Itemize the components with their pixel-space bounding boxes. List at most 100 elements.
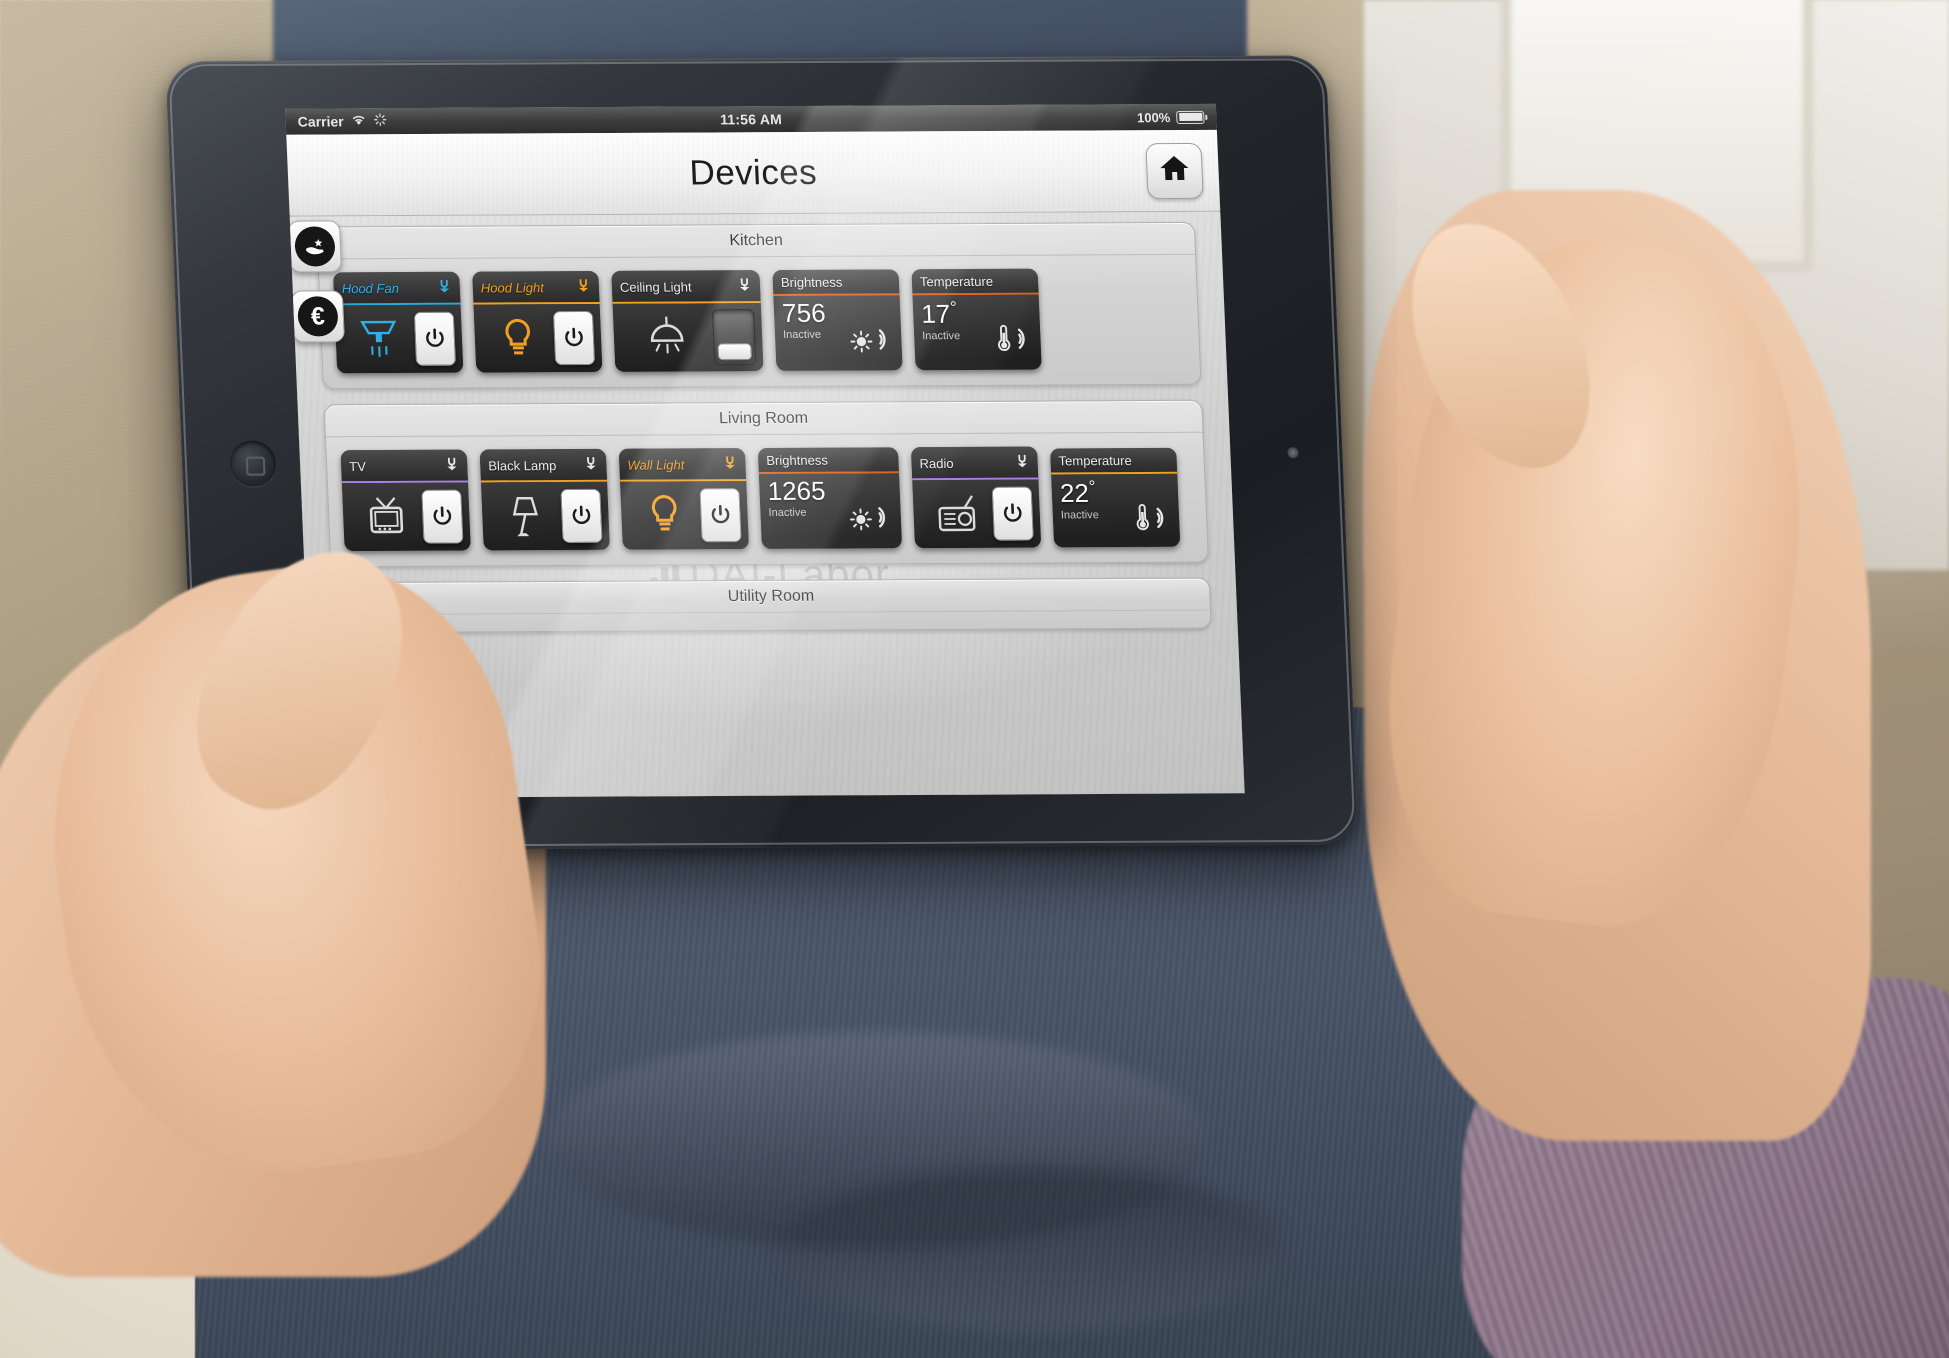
plug-icon[interactable] [582, 454, 600, 476]
device-tile-tv[interactable]: TV [340, 449, 471, 552]
device-title: Brightness [780, 274, 843, 291]
slider-handle[interactable] [717, 343, 753, 361]
status-bar-right: 100% [1136, 109, 1205, 125]
home-icon [1158, 153, 1191, 188]
table-lamp-icon [488, 492, 562, 540]
device-title: Hood Light [480, 279, 545, 296]
plug-icon[interactable] [574, 276, 592, 298]
tile-body: 17° Inactive [912, 294, 1042, 364]
light-bulb-icon [628, 491, 702, 539]
device-tile-ceiling-light[interactable]: Ceiling Light [611, 270, 764, 372]
sensor-number: 17 [920, 298, 951, 329]
tile-header: Temperature [911, 268, 1039, 296]
power-icon [711, 504, 730, 524]
plug-icon[interactable] [443, 455, 461, 477]
tile-body: 1265 Inactive [758, 473, 902, 542]
power-button[interactable] [552, 310, 596, 366]
device-title: Wall Light [627, 456, 685, 473]
plug-icon[interactable] [1013, 452, 1031, 474]
device-title: Temperature [919, 273, 994, 290]
device-tile-black-lamp[interactable]: Black Lamp [479, 448, 610, 551]
room-device-list [333, 611, 1210, 633]
light-bulb-icon [481, 315, 555, 361]
tile-body: 22° Inactive [1051, 473, 1181, 543]
television-icon [349, 494, 423, 540]
power-icon [572, 505, 591, 525]
sensor-tile-brightness[interactable]: Brightness 756 Inactive [772, 269, 903, 371]
tile-header: Hood Fan [333, 271, 461, 306]
tile-header: TV [340, 449, 468, 484]
tile-body [620, 481, 750, 550]
tile-body [341, 482, 471, 552]
side-toolbar: € [287, 220, 345, 343]
sensor-value: 756 [781, 297, 827, 328]
room-title: Kitchen [317, 222, 1196, 260]
device-tile-radio[interactable]: Radio [910, 446, 1042, 549]
sensor-icon-group [849, 326, 896, 357]
front-camera [1287, 447, 1299, 459]
power-button[interactable] [991, 486, 1034, 541]
plug-icon[interactable] [721, 453, 739, 475]
device-title: Brightness [766, 452, 829, 468]
side-button-services[interactable] [287, 220, 343, 273]
sun-icon [848, 506, 873, 535]
power-button[interactable] [560, 488, 603, 543]
jeans-fold [779, 1167, 1287, 1331]
range-hood-icon [342, 316, 416, 362]
sensor-number: 22 [1059, 477, 1090, 509]
device-title: Radio [919, 455, 954, 471]
thermometer-icon [995, 324, 1013, 357]
room-title: Living Room [324, 400, 1203, 438]
sensor-tile-brightness[interactable]: Brightness 1265 Inactive [757, 447, 903, 549]
home-button[interactable] [1145, 142, 1204, 199]
device-title: Black Lamp [487, 457, 557, 473]
brightness-slider[interactable] [711, 309, 757, 366]
ceiling-lamp-icon [620, 313, 714, 361]
tile-header: Wall Light [618, 448, 747, 482]
power-button[interactable] [699, 488, 742, 543]
side-button-costs[interactable]: € [290, 290, 345, 343]
sun-icon [849, 329, 874, 358]
page-title: Devices [688, 152, 818, 193]
tile-body [612, 303, 764, 372]
power-icon [565, 327, 583, 347]
plug-icon[interactable] [736, 275, 754, 297]
hand-star-icon [294, 226, 336, 267]
sensor-tile-temperature[interactable]: Temperature 17° Inactive [911, 268, 1042, 371]
degree-symbol: ° [949, 298, 958, 318]
tile-header: Temperature [1050, 447, 1178, 475]
battery-full-icon [1176, 110, 1205, 124]
room-device-list: Hood Fan Hood Light Ceiling Light Bright… [319, 255, 1201, 388]
device-title: Ceiling Light [619, 278, 692, 295]
tile-body: 756 Inactive [773, 295, 903, 364]
signal-waves-icon [875, 326, 896, 357]
battery-percent-label: 100% [1136, 109, 1171, 125]
navigation-bar: Devices [286, 129, 1221, 217]
degree-symbol: ° [1088, 477, 1096, 497]
tile-header: Ceiling Light [611, 270, 761, 304]
room-section-utility-room: Utility Room [331, 577, 1212, 634]
tile-header: Brightness [757, 447, 899, 475]
power-icon [426, 328, 444, 347]
radio-icon [920, 492, 994, 536]
plug-icon[interactable] [435, 277, 453, 299]
device-tile-hood-light[interactable]: Hood Light [472, 270, 603, 373]
sensor-icon-group [1133, 503, 1173, 536]
tile-body [480, 481, 610, 551]
room-section-kitchen: Kitchen Hood Fan Hood Light Ceiling Ligh… [316, 221, 1202, 390]
room-section-living-room: Living Room TV Black Lamp Wall Light Bri… [323, 399, 1209, 568]
device-tile-hood-fan[interactable]: Hood Fan [333, 271, 464, 374]
euro-symbol: € [310, 301, 326, 330]
thermometer-icon [1133, 503, 1151, 536]
tile-header: Black Lamp [479, 448, 608, 483]
sensor-value: 1265 [766, 475, 827, 506]
sensor-icon-group [848, 504, 895, 535]
power-button[interactable] [421, 489, 464, 544]
device-title: TV [348, 458, 367, 474]
power-button[interactable] [413, 311, 457, 366]
tile-body [912, 479, 1042, 549]
room-device-list: TV Black Lamp Wall Light Brightness 1265… [326, 433, 1208, 566]
device-tile-wall-light[interactable]: Wall Light [618, 448, 750, 550]
sensor-tile-temperature[interactable]: Temperature 22° Inactive [1050, 447, 1181, 548]
signal-waves-icon [874, 504, 895, 535]
